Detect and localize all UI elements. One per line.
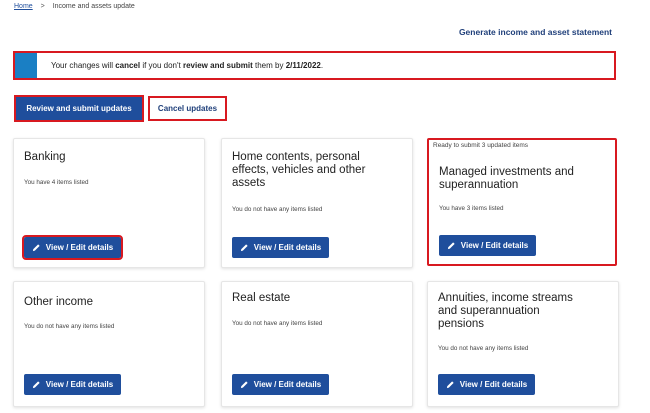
- card-title: Annuities, income streams and superannua…: [438, 292, 573, 330]
- card-title: Managed investments and superannuation: [439, 166, 574, 191]
- view-edit-details-button[interactable]: View / Edit details: [232, 374, 329, 395]
- breadcrumb-home-link[interactable]: Home: [14, 3, 33, 10]
- view-edit-details-button[interactable]: View / Edit details: [439, 235, 536, 256]
- cancel-updates-button[interactable]: Cancel updates: [148, 96, 227, 121]
- review-submit-label: Review and submit updates: [26, 104, 132, 113]
- review-submit-button[interactable]: Review and submit updates: [14, 95, 144, 122]
- card-subtitle: You have 3 items listed: [439, 205, 504, 212]
- generate-statement-link[interactable]: Generate income and asset statement: [459, 27, 612, 37]
- pencil-icon: [32, 381, 40, 389]
- card-title: Other income: [24, 296, 94, 308]
- card-title: Home contents, personal effects, vehicle…: [232, 151, 366, 189]
- card-home-contents: Home contents, personal effects, vehicle…: [221, 138, 413, 268]
- pencil-icon: [240, 381, 248, 389]
- breadcrumb: Home > Income and assets update: [14, 3, 135, 10]
- card-subtitle: You do not have any items listed: [24, 323, 115, 330]
- view-edit-details-button[interactable]: View / Edit details: [438, 374, 535, 395]
- view-edit-details-button[interactable]: View / Edit details: [24, 374, 121, 395]
- pencil-icon: [240, 244, 248, 252]
- card-other-income: Other income You do not have any items l…: [13, 281, 205, 407]
- card-annuities: Annuities, income streams and superannua…: [427, 281, 619, 407]
- card-subtitle: You do not have any items listed: [232, 206, 323, 213]
- pencil-icon: [447, 242, 455, 250]
- alert-message: Your changes will cancel if you don't re…: [51, 61, 324, 70]
- breadcrumb-separator: >: [40, 3, 45, 10]
- view-edit-details-button[interactable]: View / Edit details: [232, 237, 329, 258]
- alert-accent-bar: [15, 53, 37, 78]
- card-subtitle: You have 4 items listed: [24, 179, 89, 186]
- pencil-icon: [446, 381, 454, 389]
- card-banking: Banking You have 4 items listed View / E…: [13, 138, 205, 268]
- cancel-warning-alert: Your changes will cancel if you don't re…: [13, 51, 616, 80]
- card-title: Banking: [24, 151, 66, 163]
- cancel-updates-label: Cancel updates: [157, 104, 218, 113]
- view-edit-details-button[interactable]: View / Edit details: [22, 235, 123, 260]
- card-title: Real estate: [232, 292, 291, 304]
- card-real-estate: Real estate You do not have any items li…: [221, 281, 413, 407]
- card-subtitle: You do not have any items listed: [232, 320, 323, 327]
- pencil-icon: [32, 244, 40, 252]
- card-managed-investments: Ready to submit 3 updated items Managed …: [427, 138, 617, 266]
- card-subtitle: You do not have any items listed: [438, 345, 529, 352]
- ready-to-submit-note: Ready to submit 3 updated items: [433, 142, 529, 149]
- breadcrumb-current: Income and assets update: [52, 3, 135, 10]
